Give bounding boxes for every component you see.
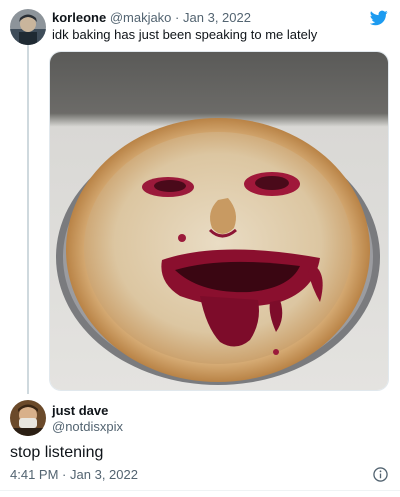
tweet-date: Jan 3, 2022 <box>70 467 138 482</box>
user-handle[interactable]: @notdisxpix <box>52 419 123 434</box>
info-icon[interactable] <box>373 467 388 482</box>
just-dave-avatar[interactable] <box>10 400 46 436</box>
meta-separator: · <box>62 467 67 482</box>
thread-connector-line <box>27 44 29 394</box>
twitter-bird-icon[interactable] <box>369 10 388 26</box>
tweet-timestamp[interactable]: 4:41 PM · Jan 3, 2022 <box>10 467 138 483</box>
tweet-time: 4:41 PM <box>10 467 59 482</box>
tweet-header: korleone @makjako · Jan 3, 2022 <box>52 10 251 25</box>
profile-photo-icon <box>10 9 46 45</box>
tweet-text: stop listening <box>10 444 104 461</box>
user-handle[interactable]: @makjako <box>110 10 172 25</box>
display-name[interactable]: just dave <box>52 403 108 418</box>
korleone-avatar[interactable] <box>10 9 46 45</box>
tweet-text: idk baking has just been speaking to me … <box>52 27 318 42</box>
divider <box>0 490 400 491</box>
profile-photo-icon <box>10 400 46 436</box>
header-separator: · <box>175 10 180 25</box>
tweet-date[interactable]: Jan 3, 2022 <box>183 10 251 25</box>
display-name[interactable]: korleone <box>52 10 106 25</box>
tweet-photo[interactable] <box>49 51 389 391</box>
pie-face-photo <box>50 52 388 390</box>
